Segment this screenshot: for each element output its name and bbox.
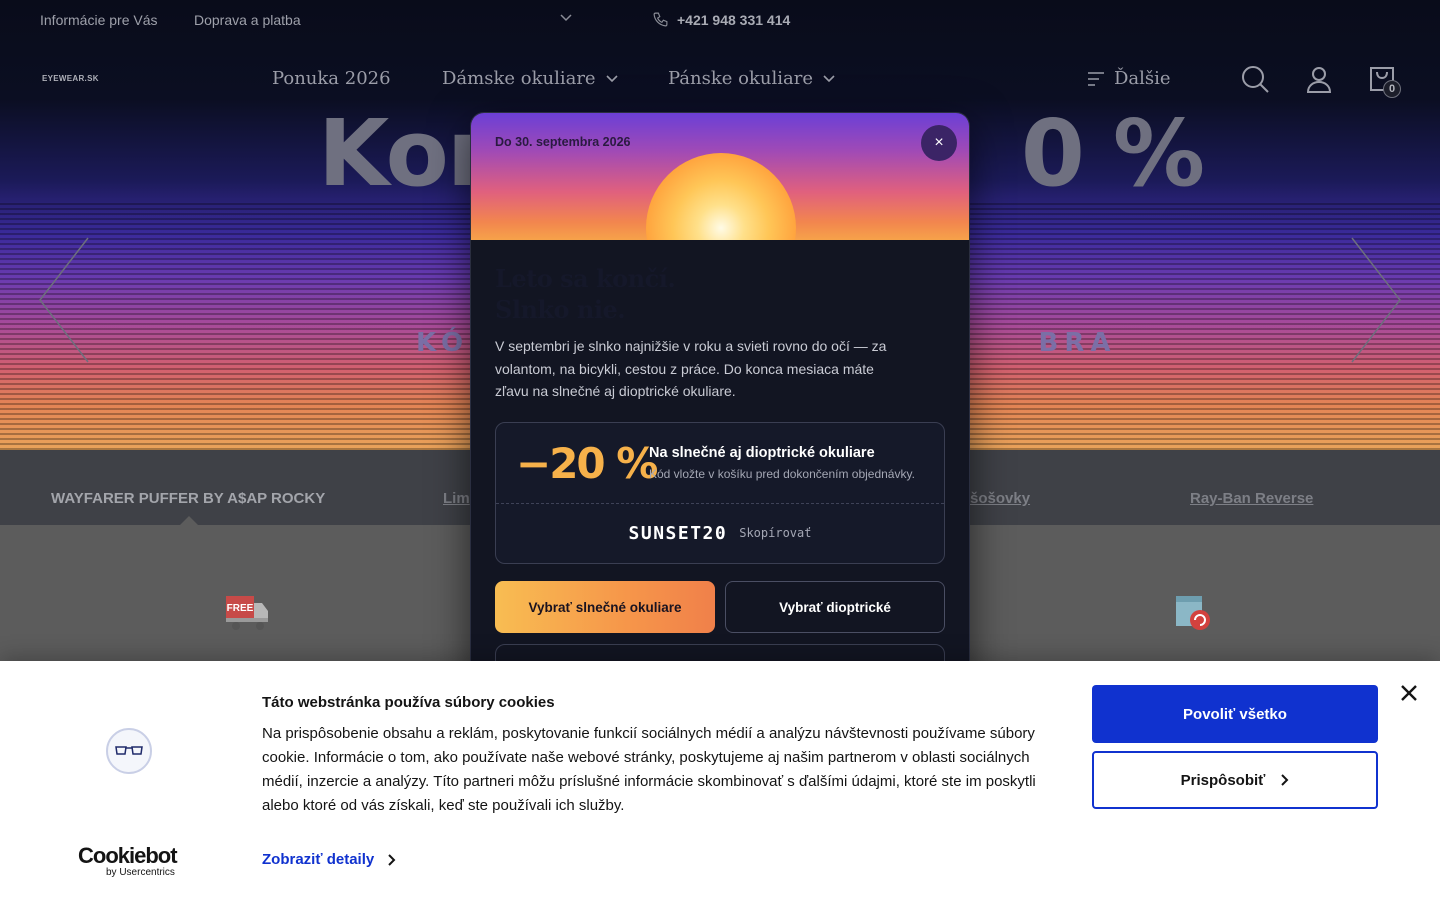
nav-women[interactable]: Dámske okuliare bbox=[442, 68, 618, 89]
tab-wayfarer-puffer[interactable]: WAYFARER PUFFER BY A$AP ROCKY bbox=[51, 490, 325, 507]
cookie-title: Táto webstránka používa súbory cookies bbox=[262, 694, 555, 711]
phone-link[interactable]: +421 948 331 414 bbox=[652, 11, 790, 28]
nav-offer[interactable]: Ponuka 2026 bbox=[272, 68, 391, 89]
account-icon[interactable] bbox=[1304, 64, 1334, 94]
glasses-icon bbox=[115, 746, 143, 755]
tab-rayban-reverse[interactable]: Ray-Ban Reverse bbox=[1190, 490, 1313, 507]
free-shipping-truck-icon: FREE bbox=[226, 596, 268, 630]
customize-label: Prispôsobiť bbox=[1180, 771, 1266, 789]
nav-men[interactable]: Pánske okuliare bbox=[668, 68, 835, 89]
chevron-left-icon[interactable] bbox=[38, 236, 90, 364]
chevron-right-icon bbox=[388, 853, 396, 866]
free-icon-text: FREE bbox=[227, 603, 254, 614]
choose-sunglasses-button[interactable]: Vybrať slnečné okuliare bbox=[495, 581, 715, 633]
cart-count-badge: 0 bbox=[1383, 80, 1401, 98]
info-link[interactable]: Informácie pre Vás bbox=[40, 12, 158, 28]
cookie-banner: Táto webstránka používa súbory cookies N… bbox=[0, 661, 1440, 900]
promo-code: SUNSET20 bbox=[628, 522, 728, 544]
customize-button[interactable]: Prispôsobiť bbox=[1092, 751, 1378, 809]
allow-all-button[interactable]: Povoliť všetko bbox=[1092, 685, 1378, 743]
choose-prescription-button[interactable]: Vybrať dioptrické bbox=[725, 581, 945, 633]
menu-icon bbox=[1088, 71, 1104, 86]
promo-code-card: −20 % Na slnečné aj dioptrické okuliare … bbox=[495, 422, 945, 564]
search-icon[interactable] bbox=[1240, 64, 1270, 94]
promo-close-button[interactable]: × bbox=[921, 125, 957, 161]
nav-more-label: Ďalšie bbox=[1114, 68, 1171, 89]
active-tab-indicator bbox=[180, 516, 198, 525]
chevron-right-icon[interactable] bbox=[1350, 236, 1402, 364]
promo-modal-header: Do 30. septembra 2026 × bbox=[471, 113, 969, 240]
tab-limited[interactable]: Lim bbox=[443, 490, 470, 507]
promo-discount: −20 % bbox=[516, 439, 658, 488]
cookie-details-label: Zobraziť detaily bbox=[262, 851, 375, 868]
return-package-icon bbox=[1176, 596, 1210, 630]
promo-headline: Na slnečné aj dioptrické okuliare bbox=[649, 445, 875, 461]
main-nav: EYEWEAR.SK Ponuka 2026 Dámske okuliare P… bbox=[0, 56, 1440, 106]
sun-illustration bbox=[646, 153, 796, 240]
phone-icon bbox=[653, 12, 668, 27]
chevron-down-icon bbox=[823, 74, 835, 82]
cookiebot-logo[interactable]: Cookiebot by Usercentrics bbox=[78, 843, 178, 879]
nav-offer-label: Ponuka 2026 bbox=[272, 68, 391, 89]
cookiebot-brand-sub: by Usercentrics bbox=[106, 867, 175, 878]
promo-description: V septembri je slnko najnižšie v roku a … bbox=[495, 338, 887, 399]
top-bar: Informácie pre Vás Doprava a platba +421… bbox=[0, 0, 1440, 40]
shipping-link[interactable]: Doprava a platba bbox=[194, 12, 301, 28]
promo-modal: Do 30. septembra 2026 × Leto sa končí. S… bbox=[470, 112, 970, 712]
cookie-text: Na prispôsobenie obsahu a reklám, poskyt… bbox=[262, 725, 1036, 814]
nav-women-label: Dámske okuliare bbox=[442, 68, 596, 89]
close-icon[interactable] bbox=[1398, 682, 1420, 704]
promo-note: Kód vložte v košíku pred dokončením obje… bbox=[649, 467, 915, 481]
nav-more[interactable]: Ďalšie bbox=[1088, 68, 1171, 89]
chevron-down-icon[interactable] bbox=[560, 12, 572, 24]
site-logo-icon bbox=[106, 728, 152, 774]
promo-title-line2: Slnko nie. bbox=[495, 295, 626, 324]
chevron-down-icon bbox=[606, 74, 618, 82]
tab-lenses[interactable]: šošovky bbox=[970, 490, 1030, 507]
promo-title: Leto sa končí. Slnko nie. bbox=[495, 263, 676, 325]
phone-number: +421 948 331 414 bbox=[677, 11, 791, 28]
promo-title-line1: Leto sa končí. bbox=[495, 264, 676, 293]
chevron-right-icon bbox=[1281, 774, 1289, 786]
promo-date: Do 30. septembra 2026 bbox=[495, 135, 631, 149]
cookiebot-brand-name: Cookiebot bbox=[78, 843, 178, 868]
nav-men-label: Pánske okuliare bbox=[668, 68, 813, 89]
copy-code-button[interactable]: Skopírovať bbox=[739, 526, 811, 540]
close-icon: × bbox=[934, 134, 944, 151]
promo-code-row: SUNSET20 Skopírovať bbox=[496, 503, 944, 563]
cookie-details-link[interactable]: Zobraziť detaily bbox=[262, 851, 396, 868]
logo[interactable]: EYEWEAR.SK bbox=[42, 74, 99, 83]
